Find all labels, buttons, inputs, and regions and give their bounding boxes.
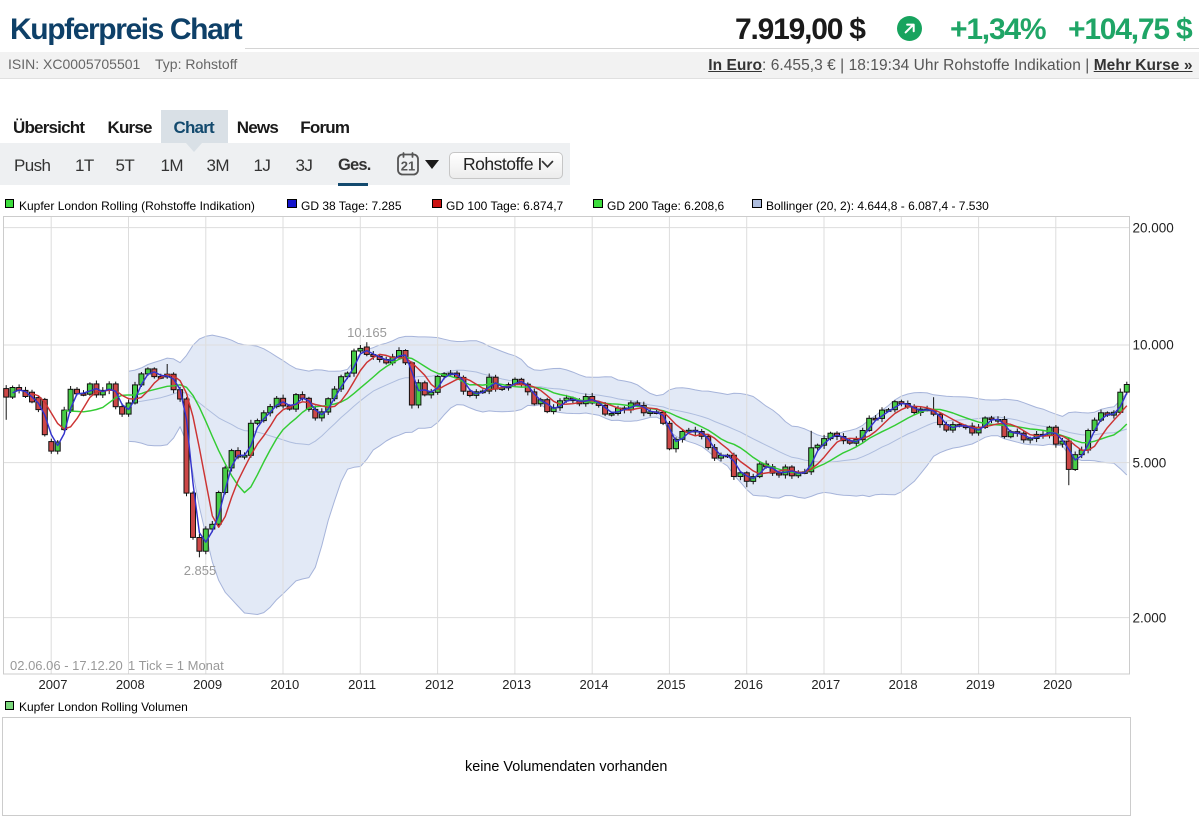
svg-text:2010: 2010: [270, 677, 299, 692]
svg-text:2017: 2017: [811, 677, 840, 692]
svg-text:2019: 2019: [966, 677, 995, 692]
svg-text:2014: 2014: [580, 677, 609, 692]
svg-text:1 Tick = 1 Monat: 1 Tick = 1 Monat: [128, 658, 224, 673]
svg-text:2.000: 2.000: [1133, 611, 1167, 626]
svg-text:2016: 2016: [734, 677, 763, 692]
svg-text:2009: 2009: [193, 677, 222, 692]
svg-text:02.06.06 - 17.12.20: 02.06.06 - 17.12.20: [10, 658, 123, 673]
svg-text:2020: 2020: [1043, 677, 1072, 692]
svg-text:2.855: 2.855: [184, 563, 217, 578]
svg-text:10.000: 10.000: [1133, 338, 1174, 353]
svg-text:2012: 2012: [425, 677, 454, 692]
svg-text:5.000: 5.000: [1133, 456, 1167, 471]
svg-text:2018: 2018: [889, 677, 918, 692]
svg-text:2011: 2011: [348, 677, 376, 692]
svg-text:2013: 2013: [502, 677, 531, 692]
svg-text:2008: 2008: [116, 677, 145, 692]
svg-text:2015: 2015: [657, 677, 686, 692]
svg-text:2007: 2007: [39, 677, 68, 692]
svg-text:10.165: 10.165: [347, 325, 387, 340]
svg-text:21: 21: [401, 159, 415, 174]
svg-text:20.000: 20.000: [1133, 221, 1174, 236]
